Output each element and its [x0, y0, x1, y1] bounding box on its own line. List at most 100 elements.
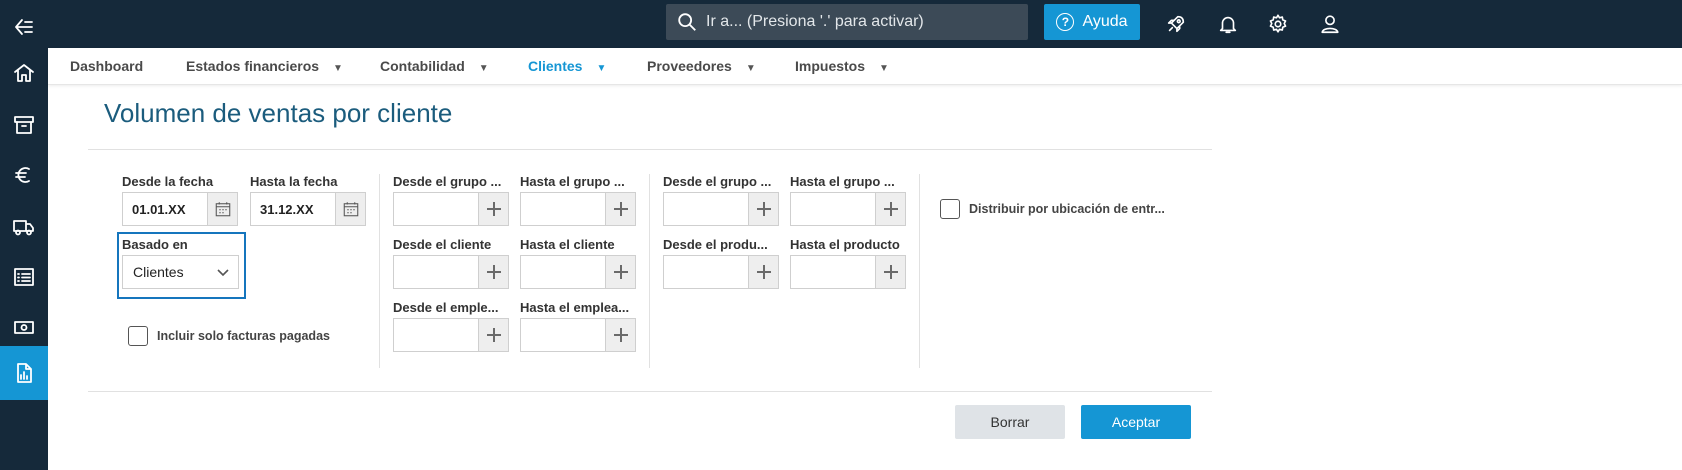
- nav-label: Estados financieros: [186, 58, 320, 74]
- left-rail: [0, 0, 48, 470]
- global-search[interactable]: [666, 4, 1028, 40]
- search-input[interactable]: [706, 13, 1016, 31]
- page-title: Volumen de ventas por cliente: [104, 98, 453, 128]
- nav-accounting[interactable]: Contabilidad ▼: [380, 58, 489, 74]
- to-product-group-input[interactable]: [791, 193, 875, 225]
- caret-down-icon: ▼: [596, 63, 607, 74]
- nav-label: Impuestos: [795, 58, 866, 74]
- based-on-label: Basado en: [122, 237, 188, 252]
- to-date-field: [250, 192, 366, 226]
- home-icon: [14, 64, 34, 82]
- from-product-field: [663, 255, 779, 289]
- bell-icon: [1219, 16, 1237, 34]
- distribute-by-location-checkbox[interactable]: [940, 199, 960, 219]
- from-employee-field: [393, 318, 509, 352]
- from-product-add-button[interactable]: [748, 256, 778, 288]
- cash-icon: [14, 321, 34, 334]
- plus-icon: [613, 265, 628, 279]
- from-customer-group-add-button[interactable]: [478, 193, 508, 225]
- divider: [88, 391, 1212, 392]
- from-date-label: Desde la fecha: [122, 174, 214, 189]
- plus-icon: [486, 265, 501, 279]
- gear-icon: [1269, 14, 1287, 33]
- to-customer-group-label: Hasta el grupo ...: [520, 174, 625, 189]
- from-employee-input[interactable]: [394, 319, 478, 351]
- rail-finance-button[interactable]: [0, 148, 48, 202]
- plus-icon: [613, 328, 628, 342]
- to-product-group-add-button[interactable]: [875, 193, 905, 225]
- rail-list-button[interactable]: [0, 250, 48, 304]
- main-navigation: Dashboard Estados financieros ▼ Contabili…: [48, 48, 1682, 85]
- plus-icon: [486, 202, 501, 216]
- from-product-group-input[interactable]: [664, 193, 748, 225]
- column-divider: [649, 174, 650, 368]
- top-bar: ? Ayuda: [48, 0, 1682, 48]
- to-product-add-button[interactable]: [875, 256, 905, 288]
- notifications-button[interactable]: [1212, 8, 1244, 40]
- help-button[interactable]: ? Ayuda: [1044, 4, 1140, 40]
- nav-suppliers[interactable]: Proveedores ▼: [647, 58, 756, 74]
- nav-label: Dashboard: [70, 58, 144, 74]
- rail-archive-button[interactable]: [0, 98, 48, 152]
- column-divider: [919, 174, 920, 368]
- plus-icon: [486, 328, 501, 342]
- nav-taxes[interactable]: Impuestos ▼: [795, 58, 889, 74]
- distribute-by-location-label: Distribuir por ubicación de entr...: [969, 202, 1165, 216]
- to-date-picker-button[interactable]: [335, 193, 365, 225]
- to-employee-input[interactable]: [521, 319, 605, 351]
- clear-button[interactable]: Borrar: [955, 405, 1065, 439]
- to-date-input[interactable]: [251, 193, 335, 225]
- arrow-collapse-icon: [15, 19, 33, 35]
- caret-down-icon: ▼: [333, 63, 343, 74]
- from-date-picker-button[interactable]: [207, 193, 237, 225]
- plus-icon: [756, 265, 771, 279]
- nav-customers[interactable]: Clientes ▼: [528, 58, 606, 74]
- from-customer-label: Desde el cliente: [393, 237, 492, 252]
- from-product-group-field: [663, 192, 779, 226]
- nav-label: Clientes: [528, 58, 583, 74]
- to-product-input[interactable]: [791, 256, 875, 288]
- from-employee-label: Desde el emple...: [393, 300, 499, 315]
- to-product-label: Hasta el producto: [790, 237, 900, 252]
- list-icon: [14, 268, 34, 286]
- based-on-select[interactable]: Clientes: [122, 255, 239, 289]
- plus-icon: [756, 202, 771, 216]
- rail-delivery-button[interactable]: [0, 200, 48, 254]
- only-paid-invoices-label: Incluir solo facturas pagadas: [157, 329, 330, 343]
- from-date-input[interactable]: [123, 193, 207, 225]
- caret-down-icon: ▼: [745, 63, 756, 74]
- accept-button[interactable]: Aceptar: [1081, 405, 1191, 439]
- calendar-icon: [215, 202, 230, 217]
- nav-dashboard[interactable]: Dashboard: [70, 58, 143, 74]
- whats-new-button[interactable]: [1160, 8, 1192, 40]
- to-employee-add-button[interactable]: [605, 319, 635, 351]
- nav-financial-statements[interactable]: Estados financieros ▼: [186, 58, 343, 74]
- from-employee-add-button[interactable]: [478, 319, 508, 351]
- divider: [88, 149, 1212, 150]
- from-customer-group-input[interactable]: [394, 193, 478, 225]
- plus-icon: [883, 265, 898, 279]
- from-product-group-add-button[interactable]: [748, 193, 778, 225]
- only-paid-invoices-checkbox[interactable]: [128, 326, 148, 346]
- to-customer-group-input[interactable]: [521, 193, 605, 225]
- nav-label: Contabilidad: [380, 58, 465, 74]
- plus-icon: [613, 202, 628, 216]
- from-customer-add-button[interactable]: [478, 256, 508, 288]
- to-customer-add-button[interactable]: [605, 256, 635, 288]
- from-customer-input[interactable]: [394, 256, 478, 288]
- user-profile-button[interactable]: [1314, 8, 1346, 40]
- user-icon: [1321, 15, 1339, 34]
- from-date-field: [122, 192, 238, 226]
- rail-reports-button[interactable]: [0, 346, 48, 400]
- from-product-group-label: Desde el grupo ...: [663, 174, 772, 189]
- archive-icon: [14, 116, 34, 134]
- column-divider: [379, 174, 380, 368]
- to-product-group-label: Hasta el grupo ...: [790, 174, 895, 189]
- from-product-input[interactable]: [664, 256, 748, 288]
- to-customer-input[interactable]: [521, 256, 605, 288]
- to-customer-group-add-button[interactable]: [605, 193, 635, 225]
- rail-home-button[interactable]: [0, 46, 48, 100]
- to-customer-field: [520, 255, 636, 289]
- to-product-group-field: [790, 192, 906, 226]
- settings-button[interactable]: [1262, 8, 1294, 40]
